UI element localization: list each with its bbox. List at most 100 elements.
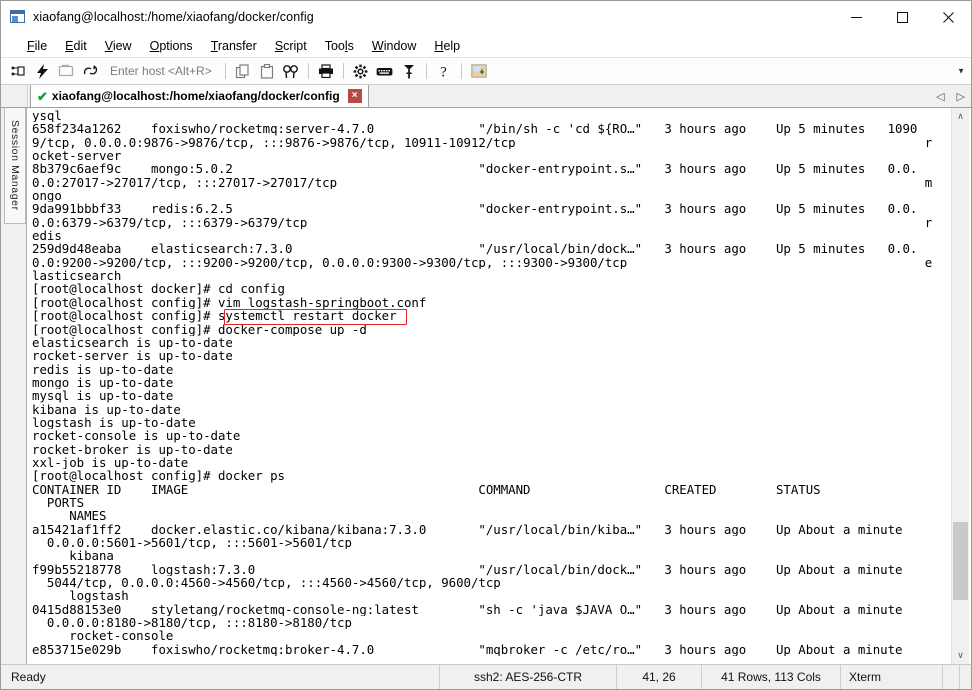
keymap-editor-icon[interactable] [373, 60, 397, 82]
status-spacer [943, 665, 960, 689]
toolbar-separator-3 [342, 63, 344, 79]
tab-label: xiaofang@localhost:/home/xiaofang/docker… [51, 89, 340, 103]
tab-session-0[interactable]: ✔ xiaofang@localhost:/home/xiaofang/dock… [30, 85, 369, 107]
menu-edit[interactable]: Edit [56, 37, 96, 55]
menu-script[interactable]: Script [266, 37, 316, 55]
terminal-line: 0.0.0.0:5601->5601/tcp, :::5601->5601/tc… [32, 536, 352, 550]
find-icon[interactable] [279, 60, 303, 82]
session-options-icon[interactable] [349, 60, 373, 82]
terminal-line: ongo [32, 189, 62, 203]
terminal-line: a15421af1ff2 docker.elastic.co/kibana/ki… [32, 522, 903, 536]
menu-script-rest: cript [283, 38, 307, 53]
terminal-line: [root@localhost config]# docker ps [32, 469, 285, 483]
menu-view[interactable]: View [96, 37, 141, 55]
body-area: Session Manager ysql 658f234a1262 foxiswh… [1, 108, 971, 664]
menu-transfer[interactable]: Transfer [202, 37, 266, 55]
terminal-line: 9da991bbbf33 redis:6.2.5 "docker-entrypo… [32, 202, 918, 216]
terminal-line: redis is up-to-date [32, 362, 174, 376]
terminal-line: [root@localhost config]# systemctl resta… [32, 309, 397, 323]
minimize-button[interactable] [833, 1, 879, 33]
print-icon[interactable] [314, 60, 338, 82]
green-check-icon: ✔ [37, 88, 48, 104]
status-cipher: ssh2: AES-256-CTR [440, 665, 617, 689]
menu-file-rest: ile [34, 38, 48, 53]
session-manager-tab[interactable]: Session Manager [4, 108, 26, 224]
scroll-down-arrow-icon[interactable]: ∨ [952, 647, 969, 664]
status-caps-lock: CAP [960, 665, 972, 689]
terminal-line: ocket-server [32, 149, 122, 163]
menu-help[interactable]: Help [425, 37, 469, 55]
key-icon[interactable] [397, 60, 421, 82]
terminal-line: rocket-console [32, 629, 174, 643]
terminal-line: logstash [32, 589, 129, 603]
menu-tools[interactable]: Tools [316, 37, 363, 55]
status-cursor-position: 41, 26 [617, 665, 702, 689]
menu-window-rest: indow [383, 38, 417, 53]
terminal-line: 259d9d48eaba elasticsearch:7.3.0 "/usr/l… [32, 242, 918, 256]
help-icon[interactable]: ? [432, 60, 456, 82]
toolbar-separator-2 [307, 63, 309, 79]
connect-icon[interactable] [6, 60, 30, 82]
terminal-line: 8b379c6aef9c mongo:5.0.2 "docker-entrypo… [32, 162, 918, 176]
close-button[interactable] [925, 1, 971, 33]
menu-edit-rest: dit [73, 38, 87, 53]
svg-text:?: ? [440, 64, 447, 79]
terminal-line: edis [32, 229, 62, 243]
securecrt-window: xiaofang@localhost:/home/xiaofang/docker… [0, 0, 972, 690]
status-ready: Ready [1, 665, 440, 689]
terminal-line: PORTS [32, 495, 843, 510]
quick-connect-icon[interactable] [30, 60, 54, 82]
status-emulation: Xterm [841, 665, 943, 689]
window-title: xiaofang@localhost:/home/xiaofang/docker… [33, 10, 314, 24]
reconnect-icon[interactable] [78, 60, 102, 82]
terminal-line: mysql is up-to-date [32, 389, 174, 403]
terminal-pane[interactable]: ysql 658f234a1262 foxiswho/rocketmq:serve… [27, 108, 971, 664]
terminal-line: 0.0.0.0:8180->8180/tcp, :::8180->8180/tc… [32, 616, 352, 630]
window-controls [833, 1, 971, 33]
tab-prev-button[interactable]: ◁ [936, 90, 944, 103]
status-dimensions: 41 Rows, 113 Cols [702, 665, 841, 689]
scroll-up-arrow-icon[interactable]: ∧ [952, 108, 969, 125]
scrollbar-thumb[interactable] [953, 521, 968, 601]
terminal-line: [root@localhost docker]# cd config [32, 282, 285, 296]
terminal-line: [root@localhost config]# docker-compose … [32, 322, 367, 336]
terminal-line: rocket-console is up-to-date [32, 429, 241, 443]
terminal-line: mongo is up-to-date [32, 375, 174, 390]
terminal-line: 0.0:27017->27017/tcp, :::27017->27017/tc… [32, 175, 933, 190]
menu-file[interactable]: File [18, 37, 56, 55]
menu-options[interactable]: Options [141, 37, 202, 55]
terminal-line: kibana [32, 549, 114, 563]
terminal-scrollbar[interactable]: ∧ ∨ [951, 108, 969, 664]
status-bar: Ready ssh2: AES-256-CTR 41, 26 41 Rows, … [1, 664, 971, 689]
host-input[interactable]: Enter host <Alt+R> [110, 64, 212, 78]
terminal-line: CONTAINER ID IMAGE COMMAND CREATED STATU… [32, 482, 821, 496]
terminal-line: f99b55218778 logstash:7.3.0 "/usr/local/… [32, 562, 903, 577]
menu-window[interactable]: Window [363, 37, 425, 55]
maximize-button[interactable] [879, 1, 925, 33]
toolbar-separator-5 [460, 63, 462, 79]
menu-transfer-rest: ransfer [217, 38, 257, 53]
title-bar: xiaofang@localhost:/home/xiaofang/docker… [1, 1, 971, 34]
terminal-line: [root@localhost config]# vim logstash-sp… [32, 295, 427, 310]
tab-close-button[interactable]: × [347, 89, 362, 103]
paste-icon[interactable] [255, 60, 279, 82]
connect-in-tab-icon[interactable] [54, 60, 78, 82]
tab-next-button[interactable]: ▷ [957, 90, 965, 103]
toolbar-separator-1 [224, 63, 226, 79]
terminal-line: rocket-broker is up-to-date [32, 442, 233, 456]
terminal-line: ysql [32, 109, 62, 123]
menu-view-rest: iew [112, 38, 132, 53]
terminal-output[interactable]: ysql 658f234a1262 foxiswho/rocketmq:serve… [32, 109, 943, 664]
toolbar-overflow-button[interactable]: ▼ [957, 67, 965, 76]
menu-help-rest: elp [443, 38, 461, 53]
terminal-line: lasticsearch [32, 269, 122, 283]
session-manager-sidebar[interactable]: Session Manager [1, 108, 27, 664]
transfer-window-icon[interactable] [467, 60, 491, 82]
securecrt-icon [10, 9, 26, 25]
toolbar: Enter host <Alt+R> ? ▼ [1, 58, 971, 85]
tab-nav-arrows: ◁ ▷ [936, 85, 971, 107]
copy-icon[interactable] [231, 60, 255, 82]
terminal-line: 658f234a1262 foxiswho/rocketmq:server-4.… [32, 122, 918, 136]
terminal-line: 5044/tcp, 0.0.0.0:4560->4560/tcp, :::456… [32, 576, 501, 590]
terminal-line: e853715e029b foxiswho/rocketmq:broker-4.… [32, 642, 903, 657]
